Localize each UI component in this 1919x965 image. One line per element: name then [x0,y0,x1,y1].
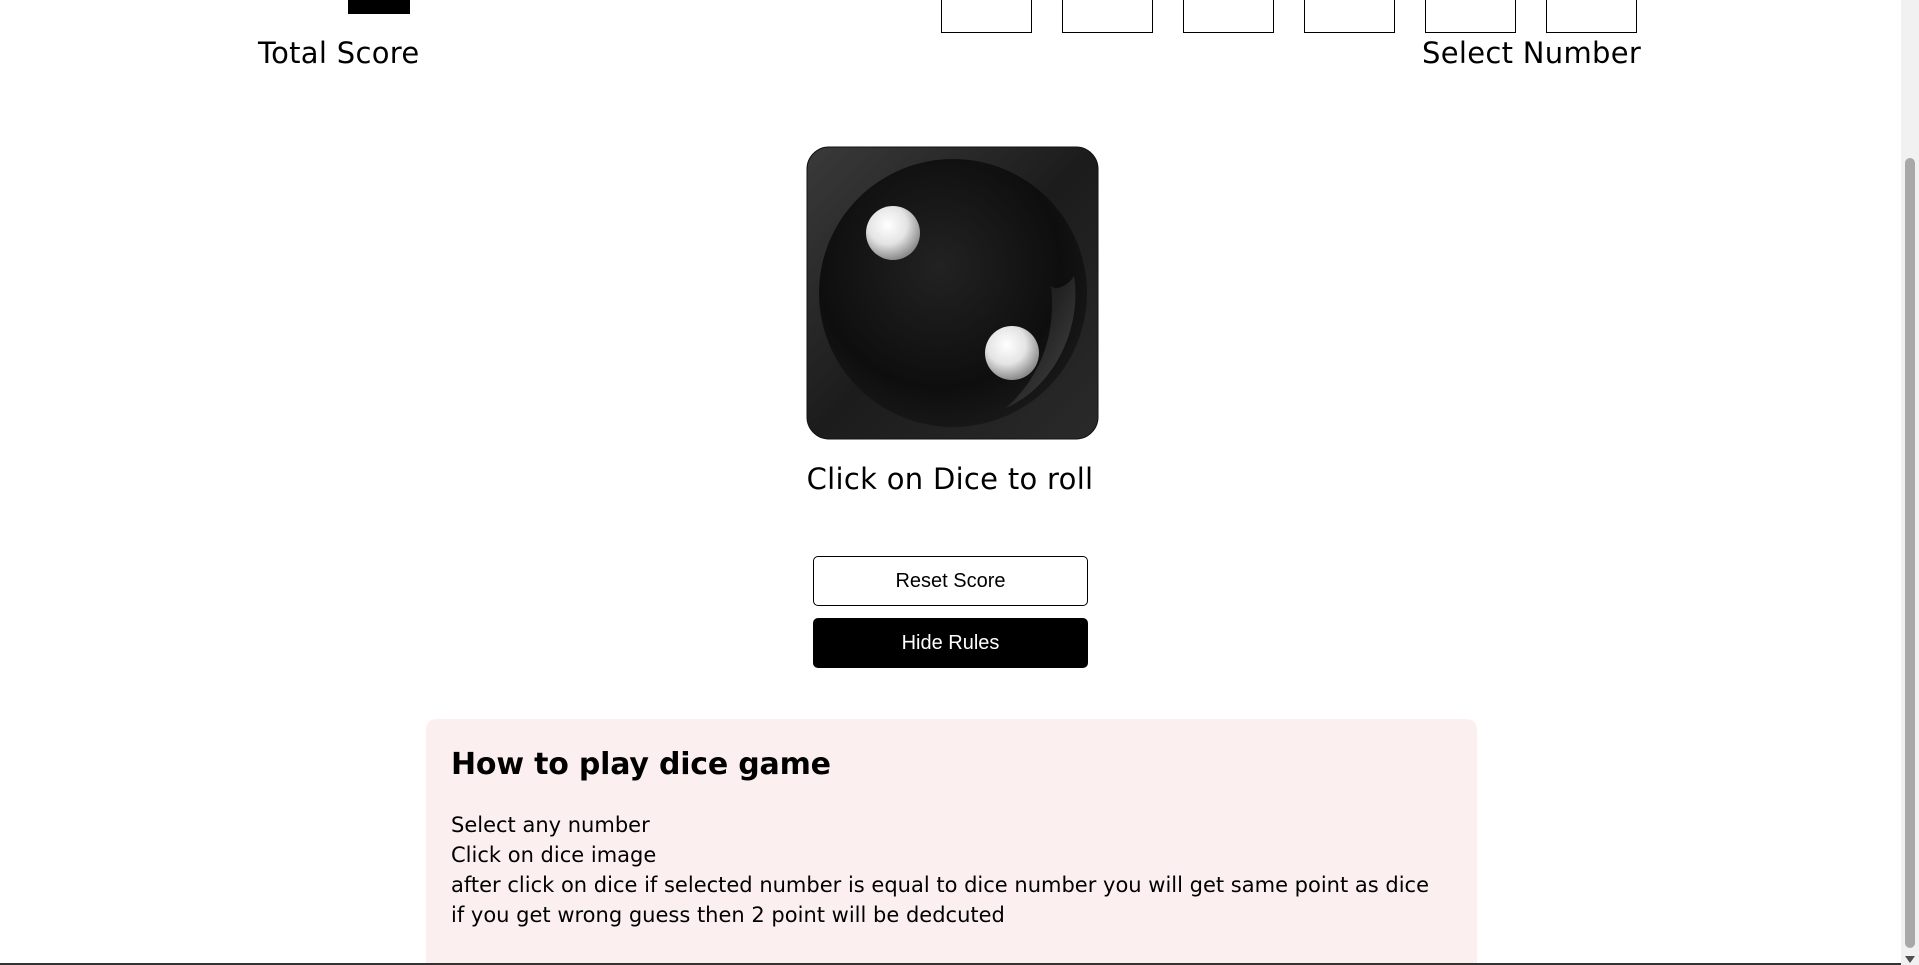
select-number-label: Select Number [1422,36,1642,70]
number-box-4[interactable] [1304,0,1395,33]
vertical-scrollbar[interactable] [1901,0,1919,965]
hide-rules-button[interactable]: Hide Rules [813,618,1088,668]
rules-title: How to play dice game [451,747,831,782]
number-box-1[interactable] [941,0,1032,33]
reset-score-button[interactable]: Reset Score [813,556,1088,606]
number-box-6[interactable] [1546,0,1637,33]
roll-instruction: Click on Dice to roll [806,462,1094,496]
number-selector [941,0,1637,33]
total-score-value [348,0,410,14]
rules-panel: How to play dice game Select any number … [426,719,1477,965]
rules-line: if you get wrong guess then 2 point will… [451,903,1005,927]
scroll-down-arrow-icon[interactable] [1905,956,1915,963]
dice-image[interactable] [806,146,1099,440]
rules-line: Click on dice image [451,843,657,867]
total-score-label: Total Score [258,36,420,70]
number-box-3[interactable] [1183,0,1274,33]
number-box-2[interactable] [1062,0,1153,33]
dice-game-page: Total Score Select Number Click on Dice … [0,0,1919,965]
number-box-5[interactable] [1425,0,1516,33]
scrollbar-thumb[interactable] [1905,158,1915,948]
rules-line: Select any number [451,813,650,837]
rules-line: after click on dice if selected number i… [451,873,1430,897]
dice-face-2-icon [806,146,1099,440]
